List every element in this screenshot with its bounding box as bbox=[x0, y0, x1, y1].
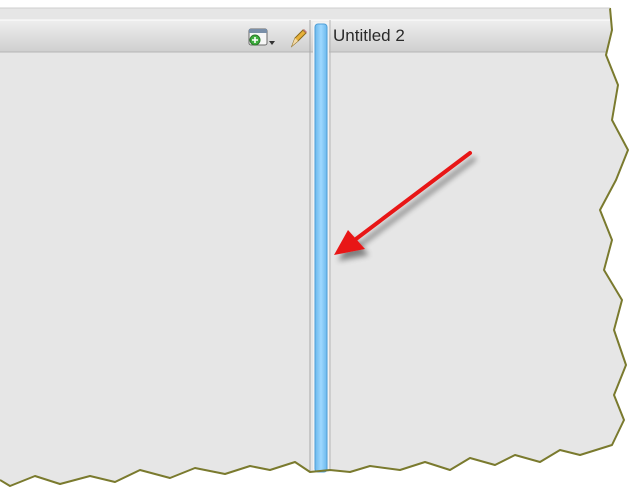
torn-paper-frame bbox=[0, 7, 629, 487]
screenshot-stage: Untitled 2 bbox=[0, 0, 644, 500]
document-title: Untitled 2 bbox=[333, 26, 405, 45]
pane-splitter[interactable] bbox=[313, 22, 329, 473]
add-page-icon[interactable] bbox=[248, 28, 268, 46]
